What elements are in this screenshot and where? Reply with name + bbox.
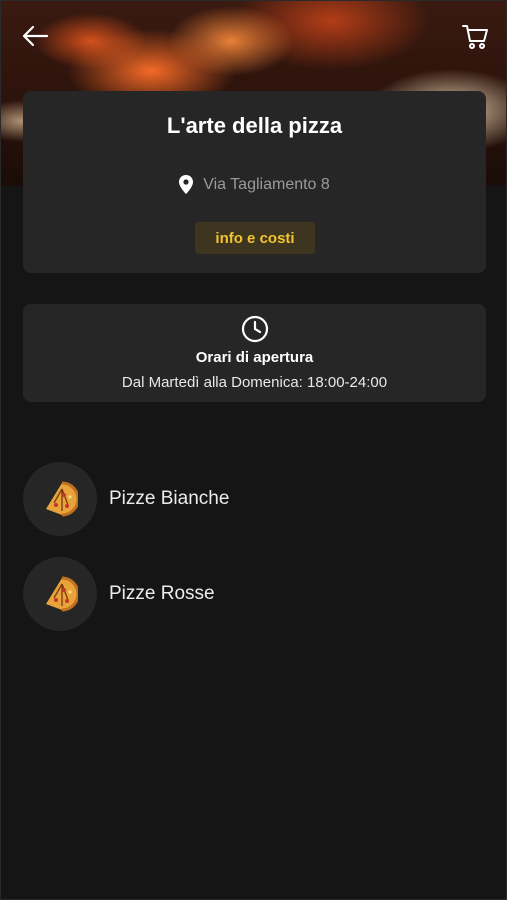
hours-text: Dal Martedì alla Domenica: 18:00-24:00	[121, 374, 388, 391]
app-screen: L'arte della pizza Via Tagliamento 8 inf…	[0, 0, 507, 900]
pizza-slice-icon	[46, 481, 78, 517]
restaurant-name: L'arte della pizza	[166, 113, 343, 138]
info-costs-button[interactable]: info e costi	[195, 222, 315, 254]
category-icon-wrap	[23, 557, 97, 631]
clock-icon	[241, 315, 268, 343]
category-label: Pizze Rosse	[109, 583, 215, 604]
category-icon-wrap	[23, 462, 97, 536]
category-label: Pizze Bianche	[109, 488, 230, 509]
back-button[interactable]	[18, 19, 52, 53]
restaurant-info-card: L'arte della pizza Via Tagliamento 8 inf…	[23, 91, 486, 273]
category-pizze-bianche[interactable]: Pizze Bianche	[23, 462, 486, 536]
restaurant-address: Via Tagliamento 8	[203, 175, 330, 193]
hours-title: Orari di apertura	[195, 349, 314, 366]
arrow-left-icon	[22, 25, 49, 47]
category-pizze-rosse[interactable]: Pizze Rosse	[23, 557, 486, 631]
location-pin-icon	[179, 175, 194, 194]
cart-button[interactable]	[458, 19, 492, 53]
address-row: Via Tagliamento 8	[23, 175, 486, 194]
opening-hours-card: Orari di apertura Dal Martedì alla Domen…	[23, 304, 486, 402]
pizza-slice-icon	[46, 576, 78, 612]
shopping-cart-icon	[462, 25, 488, 49]
